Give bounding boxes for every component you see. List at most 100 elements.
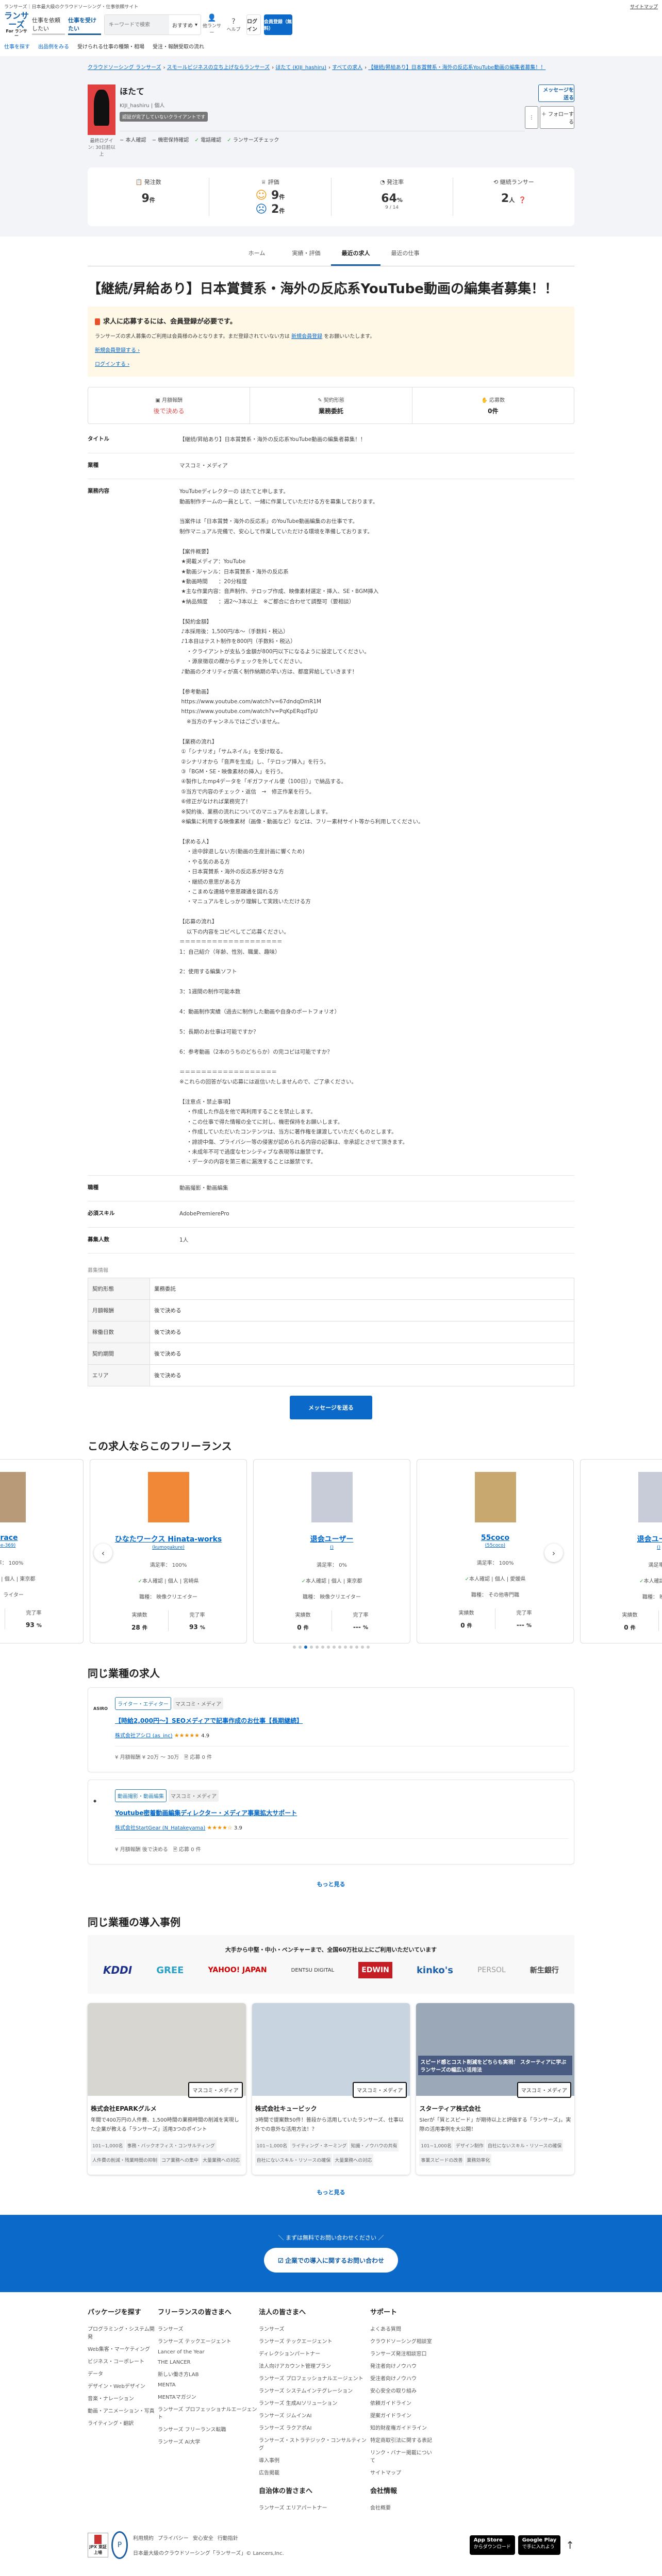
back-to-top-icon[interactable]: ↑ (566, 2539, 574, 2551)
footer-link[interactable]: ランサーズ テックエージェント (259, 2337, 370, 2345)
footer-link[interactable]: 動画・アニメーション・写真 (88, 2406, 158, 2414)
send-message-button[interactable]: メッセージを送る (538, 84, 574, 102)
footer-link[interactable]: 法人向けアカウント管理プラン (259, 2362, 370, 2369)
tab-home[interactable]: ホーム (232, 242, 282, 266)
freelancer-name[interactable]: 退会ユーザー (254, 1534, 410, 1544)
subnav-examples[interactable]: 出品例をみる (38, 42, 69, 50)
footer-link[interactable]: ランサーズ エリアパートナー (259, 2503, 370, 2511)
footer-link[interactable]: ランサーズ Ai大学 (158, 2437, 259, 2445)
footer-link[interactable]: ランサーズ ジムインAI (259, 2411, 370, 2419)
breadcrumb-item[interactable]: スモールビジネスの立ち上げならランサーズ (167, 65, 270, 71)
footer-link[interactable]: 新しい働き方LAB (158, 2370, 259, 2378)
tab-reviews[interactable]: 実績・評価 (282, 242, 331, 266)
freelancer-id[interactable]: () (254, 1545, 410, 1550)
company-link[interactable]: 株式会社アシロ (as_inc) (115, 1733, 173, 1739)
carousel-next-button[interactable]: › (544, 1544, 563, 1563)
footer-link[interactable]: ランサーズ プロフェッショナルエージェント (158, 2405, 259, 2420)
enterprise-contact-button[interactable]: ☑ 企業での導入に関するお問い合わせ (264, 2248, 398, 2273)
help-button[interactable]: ? ヘルプ (223, 18, 244, 32)
breadcrumb-item[interactable]: すべての求人 (332, 65, 362, 71)
freelancer-id[interactable]: () (581, 1545, 662, 1550)
search-input[interactable] (105, 15, 169, 35)
footer-link[interactable]: Lancer of the Year (158, 2349, 259, 2355)
login-link[interactable]: ログインする › (95, 360, 567, 367)
case-card[interactable]: スピード感とコスト削減をどちらも実現！ スターティアに学ぶランサーズの幅広い活用… (416, 2003, 575, 2175)
terms-link[interactable]: 利用規約 (133, 2536, 154, 2541)
footer-link[interactable]: ランサーズ (259, 2325, 370, 2332)
footer-link[interactable]: クラウドソーシング相談室 (370, 2337, 432, 2345)
tab-worker[interactable]: 仕事を受けたい (68, 14, 101, 35)
tab-client[interactable]: 仕事を依頼したい (32, 14, 65, 35)
breadcrumb-item[interactable]: ほたて (KIJI_hashiru) (275, 65, 326, 71)
freelancer-id[interactable]: (...e-369) (0, 1543, 83, 1548)
category-tag[interactable]: 動画撮影・動画編集 (115, 1789, 167, 1803)
freelancer-name[interactable]: ...race (0, 1534, 83, 1542)
footer-link[interactable]: 音楽・ナレーション (88, 2394, 158, 2402)
footer-link[interactable]: 発注者向けノウハウ (370, 2362, 432, 2369)
more-options-button[interactable]: ⋮ (525, 106, 538, 129)
footer-link[interactable]: 提案ガイドライン (370, 2411, 432, 2419)
more-cases-link[interactable]: もっと見る (88, 2188, 574, 2196)
case-card[interactable]: マスコミ・メディア 株式会社EPARKグルメ 年間で400万円の人件費、1,50… (88, 2003, 246, 2175)
subnav-flow[interactable]: 受注・報酬受取の流れ (153, 42, 204, 50)
company-link[interactable]: 株式会社StartGear (N_Hatakeyama) (115, 1825, 205, 1831)
freelancer-name[interactable]: ひなたワークス Hinata-works (90, 1534, 246, 1544)
footer-link[interactable]: デザイン・Webデザイン (88, 2382, 158, 2389)
freelancer-id[interactable]: (kumogakure) (90, 1545, 246, 1550)
case-card[interactable]: マスコミ・メディア 株式会社キュービック 3時間で提案数50件！普段から活用して… (252, 2003, 410, 2175)
footer-link[interactable]: 特定商取引法に関する表記 (370, 2436, 432, 2444)
subnav-job-types[interactable]: 受けられる仕事の種類・相場 (77, 42, 144, 50)
footer-link[interactable]: 依頼ガイドライン (370, 2399, 432, 2406)
footer-link[interactable]: プログラミング・システム開発 (88, 2325, 158, 2340)
login-button[interactable]: ログイン (246, 14, 261, 35)
footer-link[interactable]: リンク・バナー掲載について (370, 2448, 432, 2464)
footer-link[interactable]: 安心安全の取り組み (370, 2386, 432, 2394)
footer-link[interactable]: ビジネス・コーポレート (88, 2357, 158, 2365)
footer-link[interactable]: サイトマップ (370, 2468, 432, 2476)
notice-signup-link[interactable]: 新規会員登録 (291, 334, 322, 340)
footer-link[interactable]: ランサーズ テックエージェント (158, 2337, 259, 2345)
footer-link[interactable]: ディレクションパートナー (259, 2349, 370, 2357)
footer-link[interactable]: ランサーズ発注相談窓口 (370, 2349, 432, 2357)
footer-link[interactable]: ランサーズ システムインテグレーション (259, 2386, 370, 2394)
footer-link[interactable]: MENTAマガジン (158, 2393, 259, 2400)
sort-select[interactable]: おすすめ ▾ (169, 15, 201, 35)
footer-link[interactable]: 知的財産権ガイドライン (370, 2424, 432, 2431)
follow-button[interactable]: ＋ フォローする (540, 106, 574, 129)
footer-link[interactable]: ランサーズ (158, 2325, 259, 2332)
conduct-link[interactable]: 行動指針 (218, 2536, 238, 2541)
footer-link[interactable]: 広告掲載 (259, 2468, 370, 2476)
footer-link[interactable]: MENTA (158, 2382, 259, 2388)
footer-link[interactable]: Web集客・マーケティング (88, 2345, 158, 2352)
footer-link[interactable]: ライティング・翻訳 (88, 2419, 158, 2427)
google-play-badge[interactable]: Google Play で手に入れよう (518, 2535, 561, 2555)
footer-link[interactable]: データ (88, 2369, 158, 2377)
carousel-prev-button[interactable]: ‹ (94, 1544, 112, 1563)
freelancer-name[interactable]: 55coco (417, 1534, 573, 1542)
signup-button[interactable]: 会員登録（無料） (264, 14, 292, 35)
other-lancer-button[interactable]: 👤 他ランサー (201, 14, 223, 36)
footer-link[interactable]: ランサーズ ラクアポAI (259, 2424, 370, 2431)
footer-link[interactable]: ランサーズ フリーランス転職 (158, 2425, 259, 2433)
subnav-find-jobs[interactable]: 仕事を探す (4, 42, 30, 50)
category-tag[interactable]: ライター・エディター (115, 1697, 171, 1710)
safety-link[interactable]: 安心安全 (193, 2536, 213, 2541)
footer-link[interactable]: THE LANCER (158, 2360, 259, 2365)
signup-link[interactable]: 新規会員登録する › (95, 346, 567, 353)
lancers-logo[interactable]: ランサーズ For ランサー (4, 11, 29, 39)
footer-link[interactable]: よくある質問 (370, 2325, 432, 2332)
footer-link[interactable]: 導入事例 (259, 2456, 370, 2464)
freelancer-name[interactable]: 退会ユーザー (581, 1534, 662, 1544)
breadcrumb-item[interactable]: クラウドソーシング ランサーズ (88, 65, 161, 71)
job-title-link[interactable]: 【時給2,000円～】SEOメディアで記事作成のお仕事【長期継続】 (115, 1716, 569, 1725)
app-store-badge[interactable]: App Store からダウンロード (469, 2535, 515, 2555)
footer-link[interactable]: ランサーズ 生成AIソリューション (259, 2399, 370, 2406)
breadcrumb-item[interactable]: 【継続/昇給あり】日本賞賛系・海外の反応系YouTube動画の編集者募集！！ (368, 65, 545, 71)
more-jobs-link[interactable]: もっと見る (88, 1880, 574, 1888)
footer-link[interactable]: 受注者向けノウハウ (370, 2374, 432, 2382)
tab-recent-jobs[interactable]: 最近の求人 (331, 242, 380, 266)
job-title-link[interactable]: Youtube密着動画編集ディレクター・メディア事業拡大サポート (115, 1808, 569, 1817)
footer-link[interactable]: ランサーズ プロフェッショナルエージェント (259, 2374, 370, 2382)
privacy-link[interactable]: プライバシー (158, 2536, 189, 2541)
sitemap-link[interactable]: サイトマップ (630, 3, 658, 10)
